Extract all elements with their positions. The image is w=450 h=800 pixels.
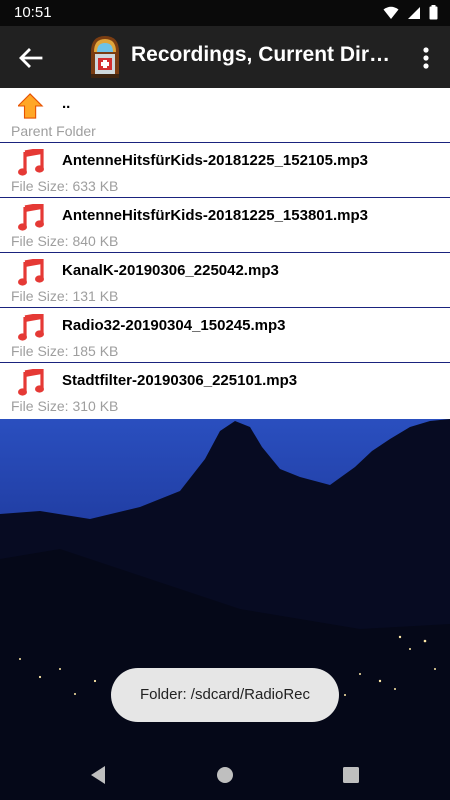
file-name: KanalK-20190306_225042.mp3 — [62, 262, 279, 279]
list-item[interactable]: AntenneHitsfürKids-20181225_153801.mp3 F… — [0, 198, 450, 253]
toast-message: Folder: /sdcard/RadioRec — [111, 668, 339, 722]
nav-recents-icon[interactable] — [340, 764, 362, 786]
arrow-back-icon[interactable] — [14, 43, 46, 73]
music-note-icon — [18, 369, 44, 396]
up-arrow-icon — [18, 93, 44, 119]
music-note-icon — [18, 314, 44, 341]
file-name: Stadtfilter-20190306_225101.mp3 — [62, 372, 298, 389]
file-name: AntenneHitsfürKids-20181225_153801.mp3 — [62, 207, 368, 224]
parent-folder-row[interactable]: .. Parent Folder — [0, 88, 450, 143]
file-size: File Size: 185 KB — [11, 343, 119, 359]
parent-folder-name: .. — [62, 95, 71, 112]
list-item[interactable]: KanalK-20190306_225042.mp3 File Size: 13… — [0, 253, 450, 308]
nav-bar — [0, 748, 450, 800]
file-name: AntenneHitsfürKids-20181225_152105.mp3 — [62, 152, 368, 169]
more-vert-icon[interactable] — [416, 44, 436, 72]
status-icons — [383, 5, 438, 20]
page-title: Recordings, Current Dir:... — [131, 43, 393, 66]
file-list: .. Parent Folder AntenneHitsfürKids-2018… — [0, 88, 450, 419]
file-size: File Size: 840 KB — [11, 233, 119, 249]
list-item[interactable]: Stadtfilter-20190306_225101.mp3 File Siz… — [0, 363, 450, 419]
music-note-icon — [18, 259, 44, 286]
app-bar: Recordings, Current Dir:... — [0, 26, 450, 88]
file-size: File Size: 310 KB — [11, 398, 119, 414]
file-name: Radio32-20190304_150245.mp3 — [62, 317, 286, 334]
file-size: File Size: 131 KB — [11, 288, 119, 304]
list-item[interactable]: AntenneHitsfürKids-20181225_152105.mp3 F… — [0, 143, 450, 198]
file-size: File Size: 633 KB — [11, 178, 119, 194]
status-time: 10:51 — [14, 4, 52, 21]
background-image — [0, 419, 450, 800]
status-bar: 10:51 — [0, 0, 450, 26]
wifi-icon — [383, 6, 399, 19]
music-note-icon — [18, 149, 44, 176]
nav-home-icon[interactable] — [214, 764, 236, 786]
battery-icon — [429, 5, 438, 20]
list-item[interactable]: Radio32-20190304_150245.mp3 File Size: 1… — [0, 308, 450, 363]
jukebox-icon — [91, 36, 119, 78]
nav-back-icon[interactable] — [88, 764, 110, 786]
music-note-icon — [18, 204, 44, 231]
parent-folder-label: Parent Folder — [11, 123, 96, 139]
signal-icon — [408, 6, 420, 19]
